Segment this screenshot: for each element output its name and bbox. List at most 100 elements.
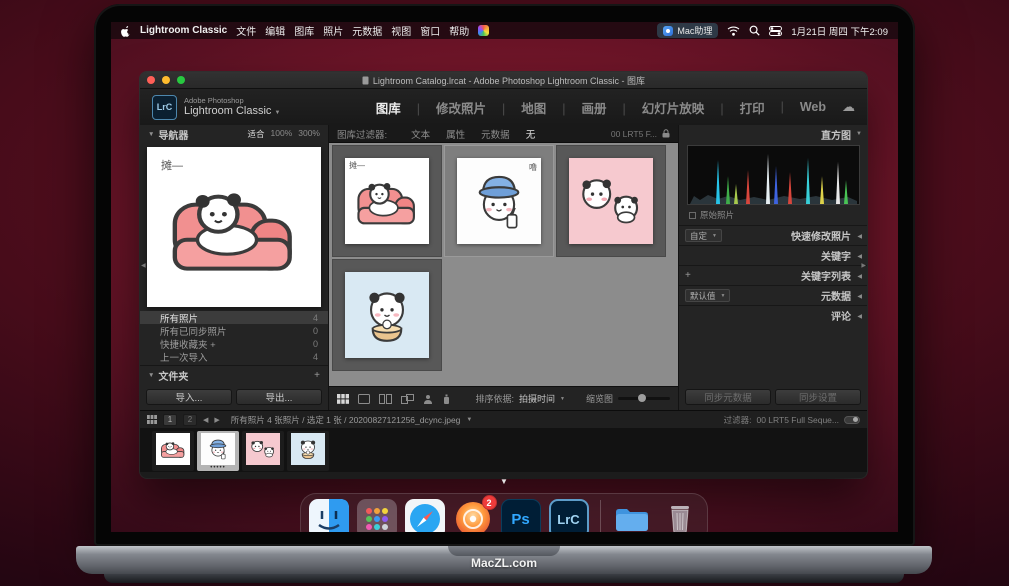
add-keyword-button[interactable]: + xyxy=(685,270,691,281)
sync-settings-button[interactable]: 同步设置 xyxy=(775,389,861,405)
filmstrip-thumb-2-selected[interactable]: ••••• xyxy=(197,431,239,471)
tab-slideshow[interactable]: 幻灯片放映 xyxy=(615,98,713,117)
sync-metadata-button[interactable]: 同步元数据 xyxy=(685,389,771,405)
menu-library[interactable]: 图库 xyxy=(294,23,314,38)
export-button[interactable]: 导出... xyxy=(236,389,322,405)
dock-finder-icon[interactable] xyxy=(309,499,349,532)
metadata-preset-dropdown[interactable]: 默认值 ▼ xyxy=(685,289,730,302)
dock-utility-app-icon[interactable]: 2 xyxy=(453,499,493,532)
compare-view-icon[interactable] xyxy=(379,394,392,404)
loupe-view-icon[interactable] xyxy=(358,394,370,404)
catalog-previous-import[interactable]: 上一次导入 4 xyxy=(140,350,328,363)
checkbox-icon[interactable] xyxy=(689,212,696,219)
menu-file[interactable]: 文件 xyxy=(236,23,256,38)
tab-map[interactable]: 地图 xyxy=(494,98,554,117)
filter-text[interactable]: 文本 xyxy=(411,127,430,141)
wifi-icon[interactable] xyxy=(727,26,740,36)
survey-view-icon[interactable] xyxy=(401,394,414,404)
tab-web[interactable]: Web xyxy=(773,100,834,114)
zoom-300[interactable]: 300% xyxy=(298,128,320,140)
dock-downloads-folder-icon[interactable] xyxy=(612,499,652,532)
zoom-fit[interactable]: 适合 xyxy=(247,128,264,140)
filmstrip-thumb-4[interactable] xyxy=(287,431,329,471)
assistant-status-item[interactable]: Mac助理 xyxy=(657,23,718,38)
tab-book[interactable]: 画册 xyxy=(554,98,614,117)
lock-icon[interactable] xyxy=(662,129,670,138)
filter-metadata[interactable]: 元数据 xyxy=(481,127,510,141)
keywords-header[interactable]: 关键字 ◀ xyxy=(679,245,867,265)
menu-help[interactable]: 帮助 xyxy=(449,23,469,38)
original-photo-row[interactable]: 原始照片 xyxy=(689,209,734,221)
dock-photoshop-icon[interactable]: Ps xyxy=(501,499,541,532)
zoom-button[interactable] xyxy=(177,76,185,84)
folders-header[interactable]: ▼ 文件夹 + xyxy=(140,366,328,384)
menu-window[interactable]: 窗口 xyxy=(420,23,440,38)
tab-develop[interactable]: 修改照片 xyxy=(409,98,494,117)
menu-bar-clock[interactable]: 1月21日 周四 下午2:09 xyxy=(791,24,888,38)
photo-cell-3[interactable] xyxy=(556,145,666,257)
control-center-icon[interactable] xyxy=(769,26,782,36)
menu-photo[interactable]: 照片 xyxy=(323,23,343,38)
filter-none[interactable]: 无 xyxy=(526,127,536,141)
dock-safari-icon[interactable] xyxy=(405,499,445,532)
grid-view-icon[interactable] xyxy=(337,394,349,404)
catalog-quick-collection[interactable]: 快捷收藏夹 + 0 xyxy=(140,337,328,350)
go-back-icon[interactable]: ◀ xyxy=(203,416,208,424)
dock-lightroom-classic-icon[interactable]: LrC xyxy=(549,499,589,532)
brand-line-2[interactable]: Lightroom Classic xyxy=(184,105,271,117)
filmstrip-thumb-1[interactable] xyxy=(152,431,194,471)
filter-preset[interactable]: 00 LRT5 F... xyxy=(611,129,657,139)
import-button[interactable]: 导入... xyxy=(146,389,232,405)
minimize-button[interactable] xyxy=(162,76,170,84)
dock-launchpad-icon[interactable] xyxy=(357,499,397,532)
navigator-header[interactable]: ▼ 导航器 适合 100% 300% xyxy=(140,125,328,143)
histogram-header[interactable]: 直方图 ▼ xyxy=(679,125,867,143)
slider-knob[interactable] xyxy=(638,394,646,402)
metadata-header[interactable]: 默认值 ▼ 元数据 ◀ xyxy=(679,285,867,305)
menu-bar: Lightroom Classic 文件 编辑 图库 照片 元数据 视图 窗口 … xyxy=(111,22,898,39)
quick-develop-preset-dropdown[interactable]: 自定 ▼ xyxy=(685,229,722,242)
tab-print[interactable]: 打印 xyxy=(712,98,772,117)
menu-extra-icon[interactable] xyxy=(478,25,489,36)
go-forward-icon[interactable]: ▶ xyxy=(214,416,219,424)
comments-header[interactable]: 评论 ◀ xyxy=(679,305,867,325)
photo-cell-1[interactable]: 摊— xyxy=(332,145,442,257)
catalog-all-photos[interactable]: 所有照片 4 xyxy=(140,311,328,324)
people-view-icon[interactable] xyxy=(423,394,433,404)
second-window-button[interactable]: 2 xyxy=(183,414,197,426)
quick-develop-header[interactable]: 自定 ▼ 快速修改照片 ◀ xyxy=(679,225,867,245)
add-folder-button[interactable]: + xyxy=(314,370,320,381)
thumbnail-size-slider[interactable] xyxy=(618,397,670,400)
menu-edit[interactable]: 编辑 xyxy=(265,23,285,38)
collapse-left-panel-icon[interactable]: ◀ xyxy=(141,262,146,269)
cloud-sync-icon[interactable]: ☁ xyxy=(842,99,855,115)
collapse-right-panel-icon[interactable]: ▶ xyxy=(861,262,866,269)
active-app-name[interactable]: Lightroom Classic xyxy=(140,25,227,36)
hide-filmstrip-arrow-icon[interactable]: ▼ xyxy=(500,477,508,486)
grid-view-icon[interactable] xyxy=(147,415,157,424)
painter-spray-icon[interactable] xyxy=(442,393,451,404)
filter-attribute[interactable]: 属性 xyxy=(446,127,465,141)
filmstrip-filter-value[interactable]: 00 LRT5 Full Seque... xyxy=(756,415,839,425)
apple-icon[interactable] xyxy=(121,25,131,37)
window-title-bar[interactable]: Lightroom Catalog.lrcat - Adobe Photosho… xyxy=(140,72,867,89)
tab-library[interactable]: 图库 xyxy=(368,98,409,117)
search-icon[interactable] xyxy=(749,25,760,36)
menu-metadata[interactable]: 元数据 xyxy=(352,23,382,38)
filmstrip-source-breadcrumb[interactable]: 所有照片 4 张照片 / 选定 1 张 / 20200827121256_dcy… xyxy=(231,414,461,426)
keyword-list-header[interactable]: + 关键字列表 ◀ xyxy=(679,265,867,285)
main-window-button[interactable]: 1 xyxy=(163,414,177,426)
navigator-preview[interactable]: 摊— xyxy=(147,147,321,307)
histogram[interactable] xyxy=(687,145,860,205)
menu-view[interactable]: 视图 xyxy=(391,23,411,38)
filter-toggle[interactable] xyxy=(844,416,860,424)
photo-cell-2-selected[interactable]: 噜 xyxy=(444,145,554,257)
close-button[interactable] xyxy=(147,76,155,84)
catalog-synced-photos[interactable]: 所有已同步照片 0 xyxy=(140,324,328,337)
sort-by-value[interactable]: 拍摄时间 xyxy=(519,392,555,405)
panda-couch-photo xyxy=(156,433,190,465)
zoom-100[interactable]: 100% xyxy=(271,128,293,140)
photo-cell-4[interactable] xyxy=(332,259,442,371)
dock-trash-icon[interactable] xyxy=(660,499,700,532)
filmstrip-thumb-3[interactable] xyxy=(242,431,284,471)
